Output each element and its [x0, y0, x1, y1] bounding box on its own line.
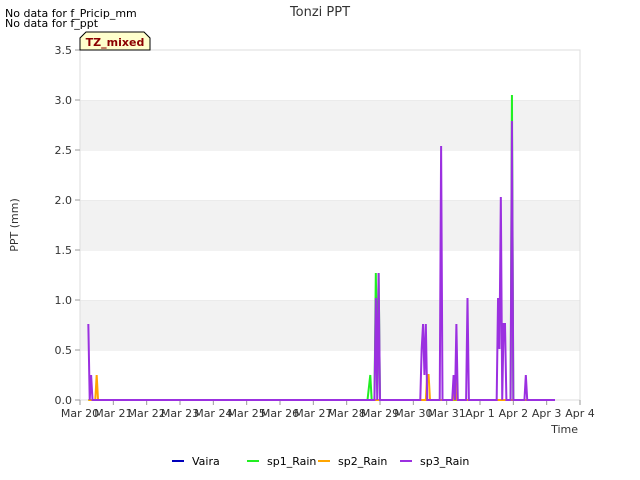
legend-label: sp1_Rain — [267, 455, 316, 468]
grid-band — [80, 250, 580, 300]
y-tick-label: 0.5 — [55, 344, 73, 357]
y-tick-label: 3.0 — [55, 94, 73, 107]
x-tick-label: Apr 3 — [532, 407, 562, 420]
x-axis: Mar 20Mar 21Mar 22Mar 23Mar 24Mar 25Mar … — [61, 400, 595, 420]
legend-label: Vaira — [192, 455, 220, 468]
x-tick-label: Mar 31 — [428, 407, 466, 420]
chart-title: Tonzi PPT — [289, 5, 350, 20]
legend-label: sp2_Rain — [338, 455, 387, 468]
grid-band — [80, 50, 580, 100]
y-tick-label: 1.5 — [55, 244, 73, 257]
x-axis-title: Time — [550, 423, 578, 436]
x-tick-label: Apr 1 — [465, 407, 495, 420]
legend: Vaira sp1_Rain sp2_Rain sp3_Rain — [172, 455, 469, 468]
y-axis: 0.0 0.5 1.0 1.5 2.0 2.5 3.0 3.5 — [55, 44, 80, 407]
grid-band — [80, 150, 580, 200]
x-tick-label: Apr 2 — [499, 407, 529, 420]
y-tick-label: 1.0 — [55, 294, 73, 307]
grid-band — [80, 100, 580, 150]
x-tick-label: Apr 4 — [565, 407, 595, 420]
legend-label: sp3_Rain — [420, 455, 469, 468]
ppt-chart: Tonzi PPT 0.0 0.5 1.0 1.5 2.0 2.5 3.0 3.5 Mar 2… — [8, 5, 595, 468]
y-tick-label: 0.0 — [55, 394, 73, 407]
grid-band — [80, 200, 580, 250]
badge-label: TZ_mixed — [86, 36, 145, 49]
y-tick-label: 2.5 — [55, 144, 73, 157]
station-badge: TZ_mixed — [79, 31, 151, 51]
y-tick-label: 3.5 — [55, 44, 73, 57]
y-tick-label: 2.0 — [55, 194, 73, 207]
y-axis-title: PPT (mm) — [8, 198, 21, 252]
